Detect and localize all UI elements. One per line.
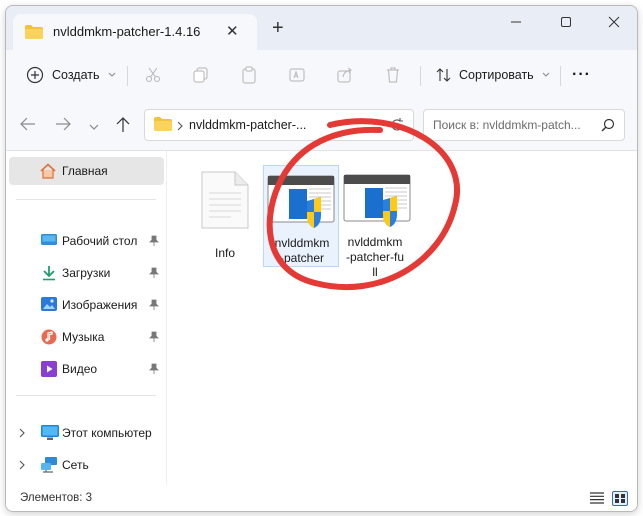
recent-chevron-icon[interactable] [89,120,99,134]
pin-icon[interactable] [149,299,159,314]
command-bar: Создать Сортировать ··· [6,50,637,100]
sort-label: Сортировать [459,68,534,82]
exe-shield-icon [267,175,335,232]
sidebar-item-network[interactable]: Сеть [6,451,166,479]
item-count: Элементов: 3 [20,492,93,504]
share-icon[interactable] [336,63,354,87]
breadcrumb-chevron-icon[interactable] [177,120,183,134]
exe-shield-icon [343,174,411,231]
paste-icon[interactable] [240,63,258,87]
delete-icon[interactable] [384,63,402,87]
explorer-window: nvlddmkm-patcher-1.4.16 ✕ + Создать Сорт… [5,5,638,512]
breadcrumb-current[interactable]: nvlddmkm-patcher-... [189,118,306,132]
create-button[interactable]: Создать [26,63,116,87]
sort-icon [436,68,451,82]
copy-icon[interactable] [192,63,210,87]
sidebar-divider [16,395,156,396]
back-arrow-icon[interactable] [20,117,36,134]
address-bar[interactable]: nvlddmkm-patcher-... [144,109,414,141]
chevron-down-icon [542,72,550,77]
sidebar-item-label: Сеть [62,458,89,472]
file-name: Info [214,246,235,260]
sort-button[interactable]: Сортировать [436,63,550,87]
new-tab-button[interactable]: + [272,18,284,38]
sidebar-item-label: Видео [62,362,98,376]
file-item-info[interactable]: Info [187,161,263,265]
sidebar-item-label: Изображения [62,298,138,312]
expand-chevron-icon[interactable] [19,459,25,473]
sidebar-item-pictures[interactable]: Изображения [6,291,166,319]
maximize-icon[interactable] [556,12,576,32]
minimize-icon[interactable] [506,12,526,32]
expand-chevron-icon[interactable] [19,427,25,441]
file-list: Info nvlddmkm -patcher nvlddmkm -patcher… [167,151,637,484]
plus-circle-icon [26,66,44,84]
tab-folder[interactable]: nvlddmkm-patcher-1.4.16 ✕ [13,14,257,50]
file-item-patcher-full[interactable]: nvlddmkm -patcher-fu ll [337,165,413,285]
sidebar-item-music[interactable]: Музыка [6,323,166,351]
rename-icon[interactable] [288,63,306,87]
pictures-icon [41,297,57,314]
search-placeholder: Поиск в: nvlddmkm-patch... [433,118,581,132]
sidebar-item-video[interactable]: Видео [6,355,166,383]
pin-icon[interactable] [149,235,159,250]
sidebar-item-desktop[interactable]: Рабочий стол [6,227,166,255]
pin-icon[interactable] [149,267,159,282]
search-icon[interactable] [601,118,615,135]
sidebar-item-this-pc[interactable]: Этот компьютер [6,419,166,447]
toolbar-divider [127,66,128,86]
download-icon [41,265,57,284]
computer-icon [41,425,59,444]
sidebar-item-label: Этот компьютер [62,426,152,440]
refresh-icon[interactable] [389,117,405,136]
tab-close-icon[interactable]: ✕ [226,22,239,40]
home-icon [39,163,57,182]
chevron-down-icon [108,72,115,77]
navigation-bar: nvlddmkm-patcher-... Поиск в: nvlddmkm-p… [6,100,637,151]
sidebar-item-label: Главная [62,164,108,178]
text-file-icon [201,171,249,232]
create-label: Создать [52,68,100,82]
cut-icon[interactable] [144,63,162,87]
close-icon[interactable] [604,12,624,32]
details-view-icon[interactable] [590,492,604,507]
sidebar-divider [16,199,156,200]
tiles-view-icon[interactable] [612,491,628,506]
search-input[interactable]: Поиск в: nvlddmkm-patch... [423,109,625,141]
desktop-icon [41,233,57,250]
tab-title: nvlddmkm-patcher-1.4.16 [53,24,201,39]
up-arrow-icon[interactable] [116,117,130,136]
status-bar: Элементов: 3 [6,484,637,511]
sidebar-item-label: Рабочий стол [62,234,138,248]
toolbar-divider [560,66,561,86]
music-icon [41,329,57,348]
navigation-pane: Главная Рабочий стол Загрузки Изображени… [6,151,167,484]
sidebar-item-label: Музыка [62,330,105,344]
sidebar-item-home[interactable]: Главная [9,157,164,185]
toolbar-divider [420,66,421,86]
folder-icon [154,117,172,134]
pin-icon[interactable] [149,331,159,346]
video-icon [41,361,57,380]
file-name: nvlddmkm -patcher [274,236,330,265]
pin-icon[interactable] [149,363,159,378]
sidebar-item-label: Загрузки [62,266,111,280]
file-name: nvlddmkm -patcher-fu ll [345,235,405,279]
folder-icon [25,25,43,42]
more-options-button[interactable]: ··· [572,63,591,87]
title-bar: nvlddmkm-patcher-1.4.16 ✕ + [6,6,637,50]
sidebar-item-downloads[interactable]: Загрузки [6,259,166,287]
network-icon [41,457,59,476]
file-item-patcher[interactable]: nvlddmkm -patcher [263,165,339,267]
forward-arrow-icon[interactable] [55,117,71,134]
